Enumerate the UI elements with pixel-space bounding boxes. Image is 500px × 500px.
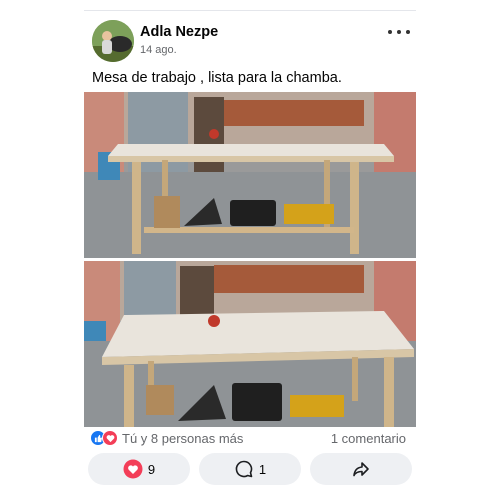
comment-icon — [235, 460, 253, 478]
post-photo-2[interactable] — [84, 261, 416, 427]
heart-icon — [123, 459, 143, 479]
post-caption: Mesa de trabajo , lista para la chamba. — [92, 70, 342, 86]
share-icon — [353, 462, 369, 477]
post-time[interactable]: 14 ago. — [140, 44, 177, 56]
comment-count-link[interactable]: 1 comentario — [331, 431, 406, 446]
author-name[interactable]: Adla Nezpe — [140, 24, 218, 40]
love-count: 9 — [147, 461, 156, 477]
post-photo-1[interactable] — [84, 92, 416, 258]
reactions-summary[interactable]: Tú y 8 personas más — [90, 430, 243, 446]
reactions-text: Tú y 8 personas más — [122, 430, 244, 446]
top-divider — [84, 10, 416, 11]
love-reaction-button[interactable]: 9 — [88, 453, 190, 485]
share-button[interactable] — [310, 453, 412, 485]
post-card: Adla Nezpe 14 ago. Mesa de trabajo , lis… — [84, 12, 416, 500]
more-options-icon[interactable] — [388, 26, 410, 38]
comment-count: 1 — [258, 461, 267, 477]
avatar[interactable] — [92, 20, 134, 62]
comment-button[interactable]: 1 — [199, 453, 301, 485]
love-icon — [102, 430, 118, 446]
